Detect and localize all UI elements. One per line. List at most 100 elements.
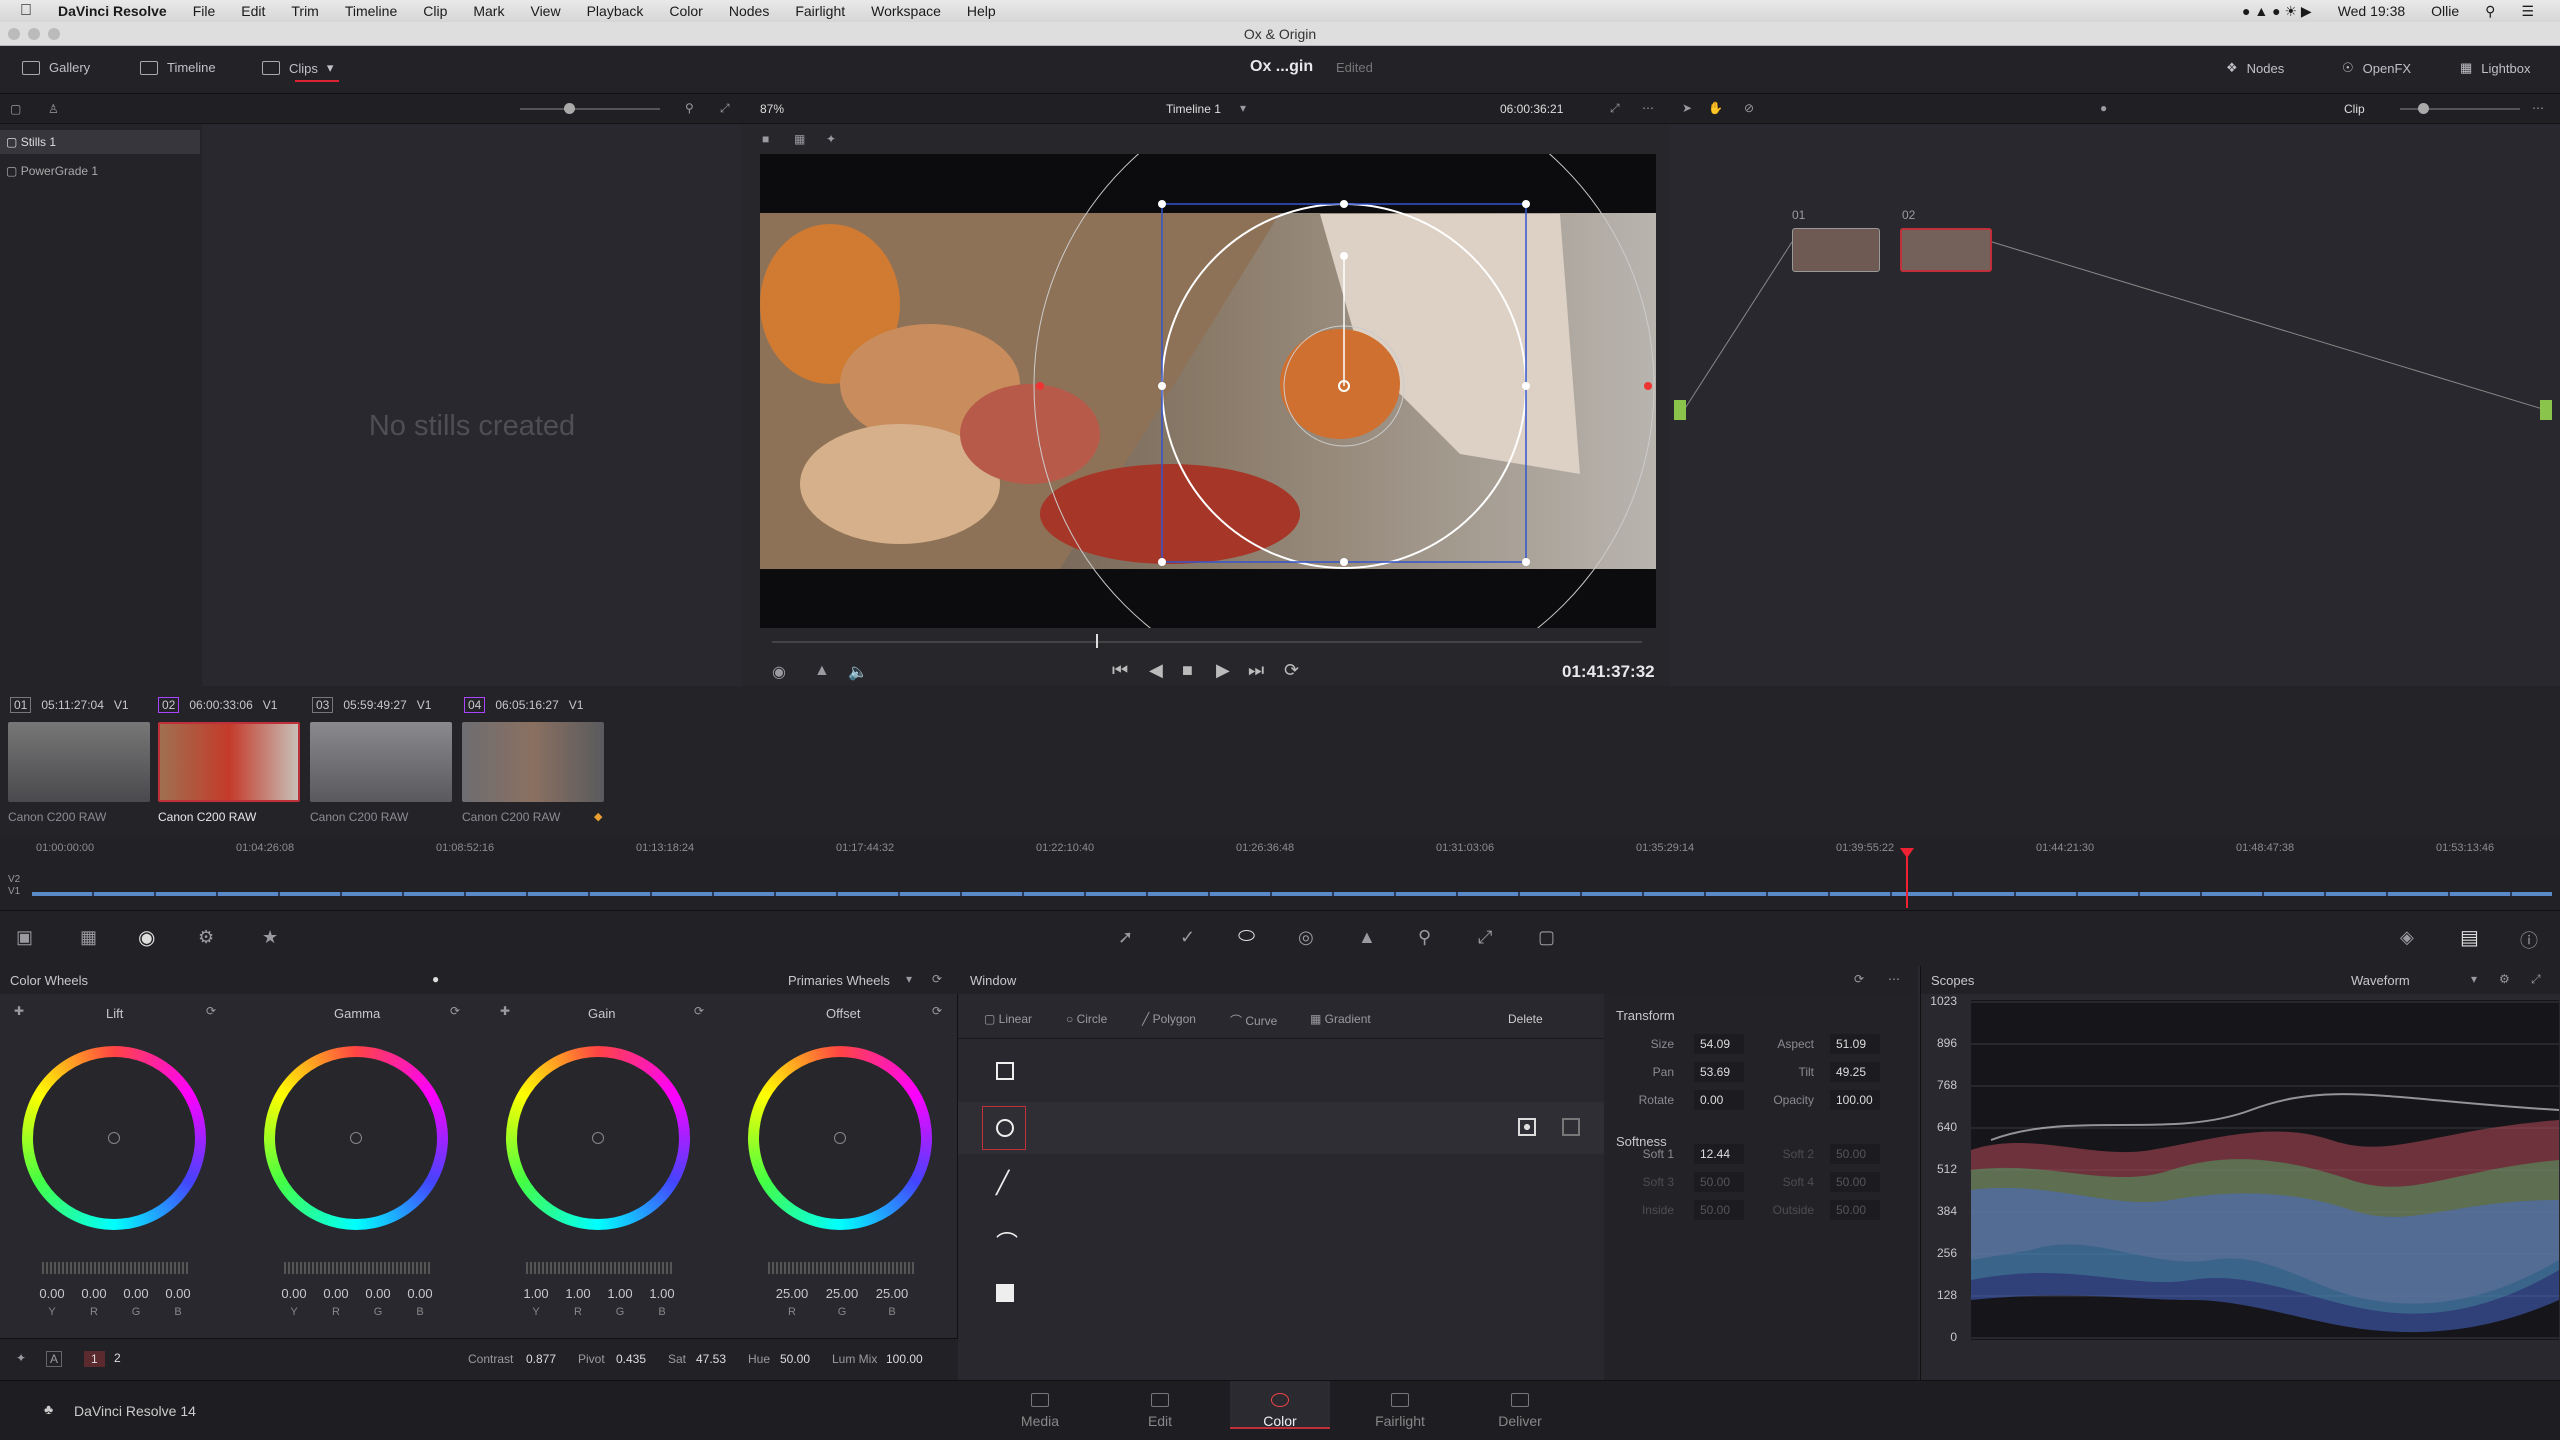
chevron-down-icon[interactable]: ▾	[906, 972, 912, 986]
page-tab-media[interactable]: Media	[990, 1393, 1090, 1429]
expand-icon[interactable]: ⤢	[720, 101, 730, 116]
split-view-icon[interactable]: ▦	[794, 132, 805, 146]
wipe-icon[interactable]: ✦	[826, 132, 836, 146]
reset-icon[interactable]: ⟳	[450, 1004, 460, 1018]
lift-handle[interactable]	[108, 1132, 120, 1144]
menu-list-icon[interactable]: ☰	[2521, 3, 2534, 20]
single-view-icon[interactable]: ■	[762, 132, 769, 146]
go-to-start-icon[interactable]: ⏮	[1112, 660, 1128, 681]
page-2-button[interactable]: 2	[114, 1351, 121, 1365]
offset-g-value[interactable]: 25.00	[822, 1286, 862, 1301]
info-icon[interactable]: ⓘ	[2520, 927, 2538, 953]
powergrade-album[interactable]: ▢ PowerGrade 1	[6, 164, 98, 178]
chevron-down-icon[interactable]: ▾	[2471, 972, 2477, 986]
clip-thumbnail-1[interactable]	[8, 722, 150, 802]
apple-icon[interactable]: 	[20, 2, 32, 20]
gallery-view-icon[interactable]: ▢	[10, 102, 21, 116]
keyframes-icon[interactable]: ◈	[2400, 927, 2414, 948]
lift-master-wheel[interactable]	[42, 1262, 188, 1274]
highlight-icon[interactable]: ▲	[814, 662, 830, 680]
window-enable-toggle[interactable]	[1518, 1118, 1536, 1136]
reset-icon[interactable]: ⟳	[932, 1004, 942, 1018]
playhead[interactable]	[1096, 634, 1098, 648]
sizing-icon[interactable]: ⤢	[1478, 927, 1492, 948]
scope-settings-icon[interactable]: ⚙	[2499, 972, 2510, 986]
menu-help[interactable]: Help	[967, 3, 996, 19]
reverse-play-icon[interactable]: ◀	[1149, 660, 1163, 681]
auto-balance-icon[interactable]: ✦	[16, 1351, 26, 1365]
reset-icon[interactable]: ⟳	[694, 1004, 704, 1018]
circle-tool[interactable]: ○ Circle	[1066, 1012, 1107, 1026]
reset-icon[interactable]: ⟳	[932, 972, 942, 986]
app-menu[interactable]: DaVinci Resolve	[58, 3, 167, 19]
inside-field[interactable]: 50.00	[1694, 1200, 1744, 1220]
hand-icon[interactable]: ✋	[1708, 101, 1723, 115]
hue-value[interactable]: 50.00	[780, 1352, 810, 1366]
more-icon[interactable]: ⋯	[2532, 101, 2544, 115]
delete-button[interactable]: Delete	[1508, 1012, 1543, 1026]
scope-type-selector[interactable]: Waveform	[2351, 973, 2410, 988]
more-icon[interactable]: ⋯	[1888, 972, 1900, 986]
contrast-value[interactable]: 0.877	[526, 1352, 556, 1366]
soft3-field[interactable]: 50.00	[1694, 1172, 1744, 1192]
node-01[interactable]	[1792, 228, 1880, 272]
slider-thumb[interactable]	[564, 103, 575, 114]
lift-b-value[interactable]: 0.00	[158, 1286, 198, 1301]
gamma-handle[interactable]	[350, 1132, 362, 1144]
menu-nodes[interactable]: Nodes	[729, 3, 769, 19]
gallery-button[interactable]: Gallery	[22, 60, 90, 75]
page-1-button[interactable]: 1	[84, 1351, 105, 1367]
viewer-options-icon[interactable]: ◉	[772, 662, 786, 682]
gamma-b-value[interactable]: 0.00	[400, 1286, 440, 1301]
page-tab-fairlight[interactable]: Fairlight	[1350, 1393, 1450, 1429]
source-input[interactable]	[1674, 400, 1686, 420]
color-match-icon[interactable]: ▦	[80, 927, 97, 948]
search-icon[interactable]: ⚲	[2485, 3, 2495, 20]
track-clips[interactable]	[32, 892, 2552, 896]
timeline-selector[interactable]: Timeline 1	[1166, 102, 1221, 116]
window-icon[interactable]: ⬭	[1238, 925, 1255, 948]
tilt-field[interactable]: 49.25	[1830, 1062, 1880, 1082]
page-tab-color[interactable]: Color	[1230, 1381, 1330, 1429]
curve-tool[interactable]: ⌒ Curve	[1230, 1012, 1277, 1029]
person-icon[interactable]: ♙	[48, 102, 59, 116]
timeline-button[interactable]: Timeline	[140, 60, 216, 75]
page-tab-edit[interactable]: Edit	[1110, 1393, 1210, 1429]
clips-button[interactable]: Clips ▾	[262, 60, 333, 76]
menu-file[interactable]: File	[193, 3, 216, 19]
gradient-tool[interactable]: ▦ Gradient	[1310, 1012, 1371, 1026]
menu-timeline[interactable]: Timeline	[345, 3, 397, 19]
mini-timeline[interactable]: 01:00:00:00 01:04:26:08 01:08:52:16 01:13:1…	[0, 836, 2560, 910]
lightbox-button[interactable]: ▦ Lightbox	[2460, 60, 2530, 76]
window-row-gradient[interactable]	[958, 1268, 1604, 1320]
menu-edit[interactable]: Edit	[241, 3, 265, 19]
window-invert-toggle[interactable]	[1562, 1118, 1580, 1136]
reset-icon[interactable]: ⟳	[206, 1004, 216, 1018]
node-zoom-thumb[interactable]	[2418, 103, 2429, 114]
menu-view[interactable]: View	[530, 3, 560, 19]
output-node[interactable]	[2540, 400, 2552, 420]
gain-b-value[interactable]: 1.00	[642, 1286, 682, 1301]
menu-trim[interactable]: Trim	[291, 3, 318, 19]
page-dot-icon[interactable]: ●	[432, 972, 439, 986]
scopes-icon[interactable]: ▤	[2460, 925, 2479, 950]
timeline-playhead[interactable]	[1906, 852, 1908, 908]
gamma-master-wheel[interactable]	[284, 1262, 430, 1274]
motion-effects-icon[interactable]: ★	[262, 927, 278, 948]
auto-icon[interactable]: A	[46, 1351, 63, 1367]
stills-album[interactable]: ▢ Stills 1	[0, 130, 200, 154]
offset-handle[interactable]	[834, 1132, 846, 1144]
loop-icon[interactable]: ⟳	[1284, 660, 1299, 681]
gain-master-wheel[interactable]	[526, 1262, 672, 1274]
video-frame[interactable]	[760, 154, 1656, 628]
picker-icon[interactable]: ✚	[500, 1004, 510, 1018]
node-02[interactable]	[1900, 228, 1992, 272]
gain-r-value[interactable]: 1.00	[558, 1286, 598, 1301]
offset-b-value[interactable]: 25.00	[872, 1286, 912, 1301]
3d-icon[interactable]: ▢	[1538, 927, 1555, 948]
volume-icon[interactable]: 🔈	[848, 662, 868, 682]
gallery-zoom-slider[interactable]	[520, 108, 660, 110]
window-row-linear[interactable]	[958, 1048, 1604, 1098]
menu-workspace[interactable]: Workspace	[871, 3, 941, 19]
window-row-circle[interactable]	[958, 1102, 1604, 1154]
